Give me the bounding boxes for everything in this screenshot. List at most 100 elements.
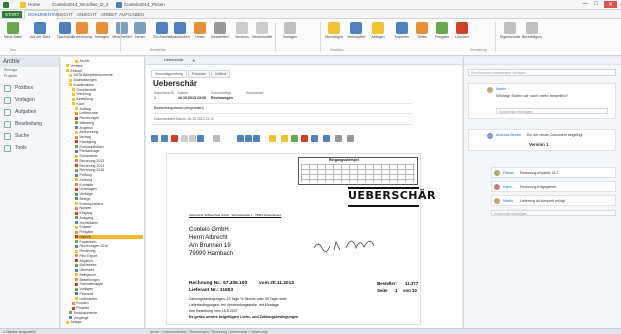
highlight-icon[interactable] — [281, 135, 288, 142]
grid-2-icon[interactable] — [253, 135, 260, 142]
thumbnails-icon[interactable] — [237, 135, 244, 142]
tree-item-label: Rechnung 2014 — [79, 163, 105, 168]
ribbon: Neue DateiAuf der GeräteNachrichtArchivi… — [0, 19, 621, 56]
ribbon-button[interactable]: Auf der Geräte — [30, 22, 50, 39]
ribbon-button[interactable]: Hinter — [190, 22, 210, 39]
comment-author[interactable]: Martin — [496, 87, 506, 91]
tree-item-label: Auftrag — [79, 106, 91, 111]
tab-aufgaben[interactable]: AUFGABEN — [116, 11, 147, 18]
tree-item-label: Archivdaten — [79, 220, 98, 225]
pencil-icon — [4, 120, 11, 128]
tab-ansicht-2[interactable]: ANSICHT — [74, 11, 100, 18]
comment-author[interactable]: Martin — [503, 199, 513, 203]
nav-item[interactable]: Tools — [0, 142, 59, 154]
nav-subitem-projekte[interactable]: Projekte — [0, 73, 59, 79]
ribbon-button[interactable]: Verlagen — [92, 22, 112, 39]
subtab-volltext[interactable]: Volltext — [210, 70, 231, 78]
fit-width-icon[interactable] — [189, 135, 196, 142]
folder-icon — [75, 259, 78, 263]
nav-item[interactable]: Bearbeitung — [0, 118, 59, 130]
comment-reply-input[interactable]: Kommentar hinzufügen — [496, 108, 608, 114]
ribbon-button[interactable]: Verknüpfen — [346, 22, 366, 39]
maximize-button[interactable]: □ — [594, 1, 598, 8]
ribbon-button[interactable]: Ablegen — [368, 22, 388, 39]
nav-item[interactable]: Suche — [0, 130, 59, 142]
folder-icon — [69, 83, 72, 87]
ribbon-button[interactable]: Ein Arbeits — [152, 22, 172, 39]
ribbon-button[interactable]: Verschieben — [112, 22, 132, 39]
text-icon[interactable] — [291, 135, 298, 142]
tab-ansicht[interactable]: ANSICHT — [50, 11, 76, 18]
quick-document[interactable]: Contelo2014_Wordline_D_2 — [52, 2, 108, 7]
ribbon-button[interactable]: Versions — [232, 22, 252, 39]
ribbon-button[interactable]: Auschecken — [170, 22, 190, 39]
ribbon-button-label: Verlagen — [94, 35, 110, 39]
ribbon-button[interactable]: Teilen — [412, 22, 432, 39]
home-icon[interactable] — [20, 2, 26, 8]
slider-icon[interactable] — [213, 135, 220, 142]
comment-reply-input[interactable]: Kommentar hinzufügen — [491, 210, 616, 216]
subtab-verschlagwortung[interactable]: Verschlagwortung — [151, 70, 187, 78]
ribbon-button[interactable]: Bearbeiten — [210, 22, 230, 39]
tree-item[interactable]: Ablage — [66, 320, 143, 325]
ribbon-button[interactable]: Eigenschaften — [500, 22, 520, 39]
tasks-icon — [4, 108, 11, 116]
tree-item-label: Nachweise — [79, 263, 97, 268]
drop-icon — [372, 22, 384, 34]
comment-text: Wichtig! Sollen wir noch mehr bestellen? — [496, 93, 569, 98]
ribbon-button[interactable]: Freigabe — [432, 22, 452, 39]
fit-page-icon[interactable] — [181, 135, 188, 142]
rotate-icon[interactable] — [197, 135, 204, 142]
stamp-icon[interactable] — [301, 135, 308, 142]
ribbon-group-label: Neu — [10, 48, 17, 52]
ribbon-button[interactable]: Kopieren — [392, 22, 412, 39]
zoom-in-icon[interactable] — [151, 135, 158, 142]
quick-home[interactable]: Home — [28, 2, 40, 7]
ribbon-button[interactable]: Hinzufügen — [324, 22, 344, 39]
tab-start-green[interactable]: START — [2, 11, 23, 18]
document-tab[interactable]: Ueberschär — [164, 58, 184, 62]
grid-icon[interactable] — [245, 135, 252, 142]
ribbon-button[interactable]: Vorlagen — [280, 22, 300, 39]
page-label: Seite — [377, 288, 388, 293]
folder-icon — [75, 149, 78, 153]
folder-tree[interactable]: Archiv Vertrieb Einkauf DATA Beispieldokume… — [61, 57, 145, 328]
page-back-icon[interactable] — [171, 135, 178, 142]
tree-item-label: Unterlagen — [79, 187, 97, 192]
comment-author[interactable]: Andreas Becker — [496, 133, 522, 137]
annotate-icon[interactable] — [269, 135, 276, 142]
ribbon-button[interactable]: Neuer — [130, 22, 150, 39]
comment-author[interactable]: Katrin — [503, 185, 512, 189]
tree-item-label: Buchhaltungen — [73, 78, 97, 82]
ribbon-button[interactable]: Löschen — [452, 22, 472, 39]
nav-item[interactable]: Vorlagen — [0, 94, 59, 106]
ribbon-button[interactable]: Neue Datei — [3, 22, 23, 39]
ribbon-button[interactable]: Archivierung — [72, 22, 92, 39]
close-button[interactable]: ✕ — [603, 1, 617, 8]
window-controls: — □ ✕ — [582, 1, 617, 8]
permission-icon — [526, 22, 538, 34]
ribbon-button[interactable]: Berechtigung — [522, 22, 542, 39]
minimize-button[interactable]: — — [582, 1, 588, 8]
folder-icon — [66, 64, 69, 68]
nav-title[interactable]: Archiv — [0, 57, 59, 67]
status-bar: 1 Objekte ausgewählt Archiv / Dokumentar… — [0, 328, 621, 334]
ribbon-button[interactable]: Versionsdifferenz — [252, 22, 272, 39]
tree-item-label: Dokumente — [79, 154, 98, 158]
nav-item[interactable]: Postbox — [0, 82, 59, 94]
tree-item-label: Prüfung — [79, 173, 92, 177]
print-icon[interactable] — [335, 135, 342, 142]
close-icon[interactable] — [347, 135, 354, 142]
nav-item-label: Tools — [15, 145, 27, 151]
subtab-formular[interactable]: Formular — [187, 70, 210, 78]
folder-icon — [75, 297, 78, 301]
document-title: Ueberschär — [153, 79, 198, 88]
zoom-out-icon[interactable] — [161, 135, 168, 142]
document-subtabs: Verschlagwortung Formular Volltext — [151, 70, 231, 78]
nav-item[interactable]: Aufgaben — [0, 106, 59, 118]
note-icon[interactable] — [311, 135, 318, 142]
comment-author[interactable]: Fabian — [503, 171, 514, 175]
comments-search-input[interactable]: Durchsuchen Kommentare Vorlagen — [468, 69, 616, 76]
measure-icon[interactable] — [323, 135, 330, 142]
document-tab-close-icon[interactable]: ✕ — [192, 58, 195, 63]
